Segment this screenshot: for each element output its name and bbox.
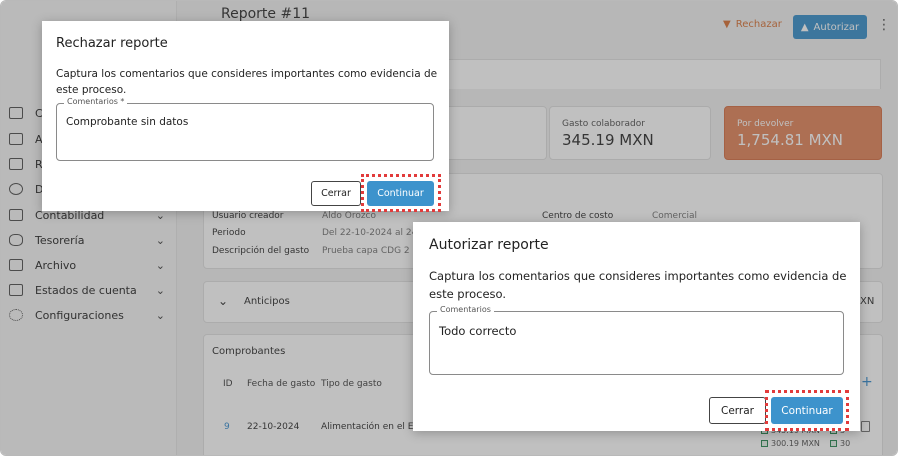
authorize-dialog-title: Autorizar reporte <box>429 237 549 253</box>
authorize-dialog-description: Captura los comentarios que consideres i… <box>429 269 847 301</box>
reject-comments-label: Comentarios * <box>64 97 128 106</box>
highlight-box <box>765 390 849 431</box>
screenshot-frame: C A R D Contabilidad ⌄ Tesorería ⌄ Archivo… <box>0 0 898 456</box>
reject-dialog-description: Captura los comentarios que consideres i… <box>56 68 438 97</box>
reject-comments-field[interactable]: Comentarios * Comprobante sin datos <box>56 97 434 161</box>
authorize-dialog: Autorizar reporte Captura los comentario… <box>413 222 860 431</box>
authorize-close-button[interactable]: Cerrar <box>709 397 766 424</box>
authorize-comments-value: Todo correcto <box>439 324 517 338</box>
reject-dialog: Rechazar reporte Captura los comentarios… <box>42 21 449 212</box>
reject-dialog-title: Rechazar reporte <box>56 36 168 51</box>
authorize-comments-field[interactable]: Comentarios Todo correcto <box>429 305 844 375</box>
reject-close-button[interactable]: Cerrar <box>311 181 361 206</box>
authorize-comments-label: Comentarios <box>437 305 494 314</box>
reject-comments-value: Comprobante sin datos <box>66 116 189 128</box>
highlight-box <box>361 174 441 212</box>
